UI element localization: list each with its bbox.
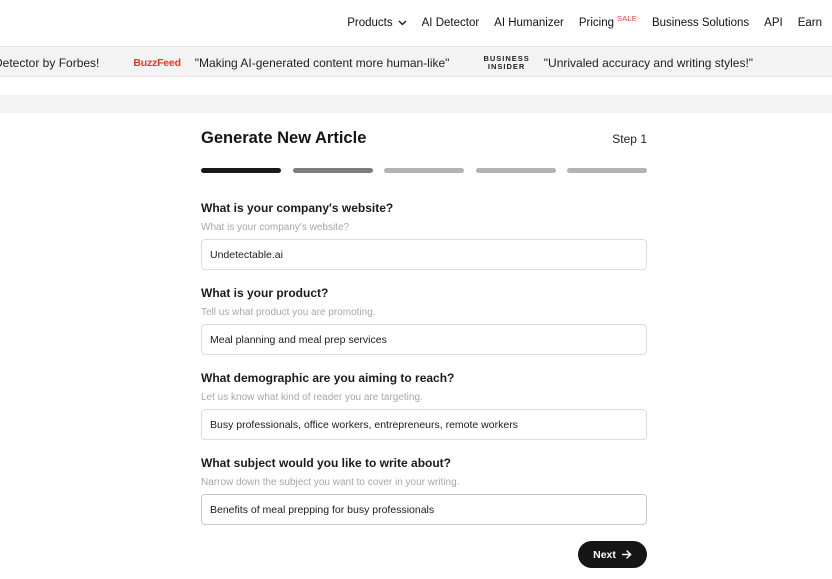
nav-ai-humanizer[interactable]: AI Humanizer bbox=[494, 17, 564, 29]
step-indicator: Step 1 bbox=[612, 131, 647, 146]
press-track: Detector by Forbes! BuzzFeed "Making AI-… bbox=[0, 47, 787, 76]
nav-products-label: Products bbox=[347, 17, 393, 29]
nav-business-solutions-label: Business Solutions bbox=[651, 17, 750, 29]
nav-api-label: API bbox=[764, 17, 783, 29]
field-label: What is your product? bbox=[201, 286, 329, 300]
business-insider-logo: BUSINESS INSIDER bbox=[483, 54, 529, 71]
step-progress bbox=[201, 168, 647, 173]
section-divider bbox=[0, 95, 832, 113]
field-hint: What is your company's website? bbox=[201, 222, 350, 233]
product-input[interactable] bbox=[201, 324, 647, 355]
field-hint: Narrow down the subject you want to cove… bbox=[201, 477, 460, 488]
nav-earn[interactable]: Earn bbox=[798, 17, 822, 29]
demographic-input[interactable] bbox=[201, 409, 647, 440]
press-quote: "Unrivaled accuracy and writing styles!" bbox=[543, 55, 754, 70]
field-label: What is your company's website? bbox=[201, 201, 394, 215]
press-quote: Detector by Forbes! bbox=[0, 55, 100, 70]
form-actions: Next bbox=[201, 541, 647, 568]
nav-business-solutions[interactable]: Business Solutions bbox=[652, 17, 749, 29]
page-title: Generate New Article bbox=[201, 129, 367, 147]
company-website-input[interactable] bbox=[201, 239, 647, 270]
next-button[interactable]: Next bbox=[578, 541, 647, 568]
nav-products[interactable]: Products bbox=[347, 17, 407, 29]
field-hint: Let us know what kind of reader you are … bbox=[201, 392, 423, 403]
subject-input[interactable] bbox=[201, 494, 647, 525]
form-header: Generate New Article Step 1 bbox=[201, 129, 647, 148]
nav-ai-humanizer-label: AI Humanizer bbox=[494, 17, 564, 29]
next-button-label: Next bbox=[593, 548, 616, 561]
progress-segment-3 bbox=[384, 168, 464, 173]
progress-segment-4 bbox=[475, 168, 556, 173]
field-demographic: What demographic are you aiming to reach… bbox=[201, 371, 647, 440]
nav-pricing[interactable]: Pricing SALE bbox=[578, 13, 637, 30]
business-insider-logo-line2: INSIDER bbox=[487, 61, 526, 71]
nav-api[interactable]: API bbox=[764, 17, 783, 29]
chevron-down-icon bbox=[398, 20, 407, 26]
field-company-website: What is your company's website? What is … bbox=[201, 201, 647, 270]
article-form: Generate New Article Step 1 What is your… bbox=[201, 113, 647, 568]
buzzfeed-logo: BuzzFeed bbox=[133, 56, 181, 69]
press-quote: "Making AI-generated content more human-… bbox=[194, 55, 450, 70]
field-subject: What subject would you like to write abo… bbox=[201, 456, 647, 525]
press-strip: Detector by Forbes! BuzzFeed "Making AI-… bbox=[0, 46, 832, 77]
field-product: What is your product? Tell us what produ… bbox=[201, 286, 647, 355]
nav-pricing-label: Pricing bbox=[578, 17, 614, 29]
nav-ai-detector[interactable]: AI Detector bbox=[422, 17, 480, 29]
progress-segment-2 bbox=[292, 168, 373, 173]
field-label: What subject would you like to write abo… bbox=[201, 456, 452, 470]
progress-segment-5 bbox=[567, 168, 647, 173]
nav-earn-label: Earn bbox=[797, 17, 822, 29]
field-label: What demographic are you aiming to reach… bbox=[201, 371, 455, 385]
progress-segment-1 bbox=[201, 168, 281, 173]
sale-badge: SALE bbox=[617, 13, 637, 23]
nav-ai-detector-label: AI Detector bbox=[421, 17, 480, 29]
top-nav: Products AI Detector AI Humanizer Pricin… bbox=[0, 0, 832, 46]
arrow-right-icon bbox=[621, 550, 632, 559]
field-hint: Tell us what product you are promoting. bbox=[201, 307, 376, 318]
